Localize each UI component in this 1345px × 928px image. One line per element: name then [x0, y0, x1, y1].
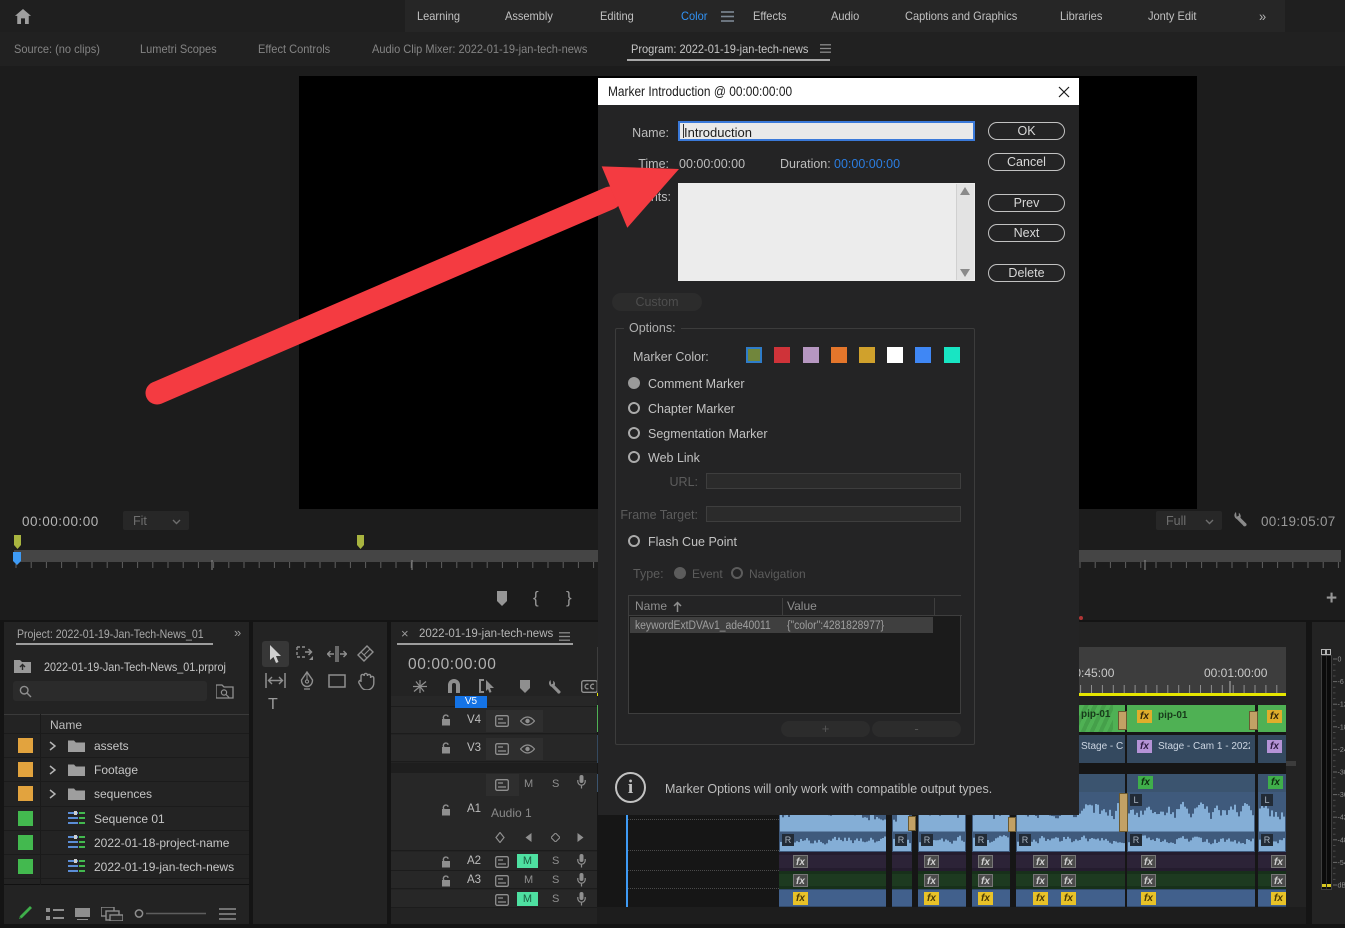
svg-text:-6: -6: [1338, 679, 1344, 686]
svg-text:-18: -18: [1338, 724, 1345, 731]
svg-text:-54: -54: [1338, 860, 1345, 867]
svg-text:0: 0: [1338, 657, 1342, 664]
svg-text:-42: -42: [1338, 815, 1345, 822]
svg-text:-30: -30: [1338, 770, 1345, 777]
svg-text:dB: dB: [1338, 883, 1345, 890]
svg-text:-24: -24: [1338, 747, 1345, 754]
svg-text:-48: -48: [1338, 837, 1345, 844]
svg-text:-36: -36: [1338, 792, 1345, 799]
svg-text:-12: -12: [1338, 702, 1345, 709]
